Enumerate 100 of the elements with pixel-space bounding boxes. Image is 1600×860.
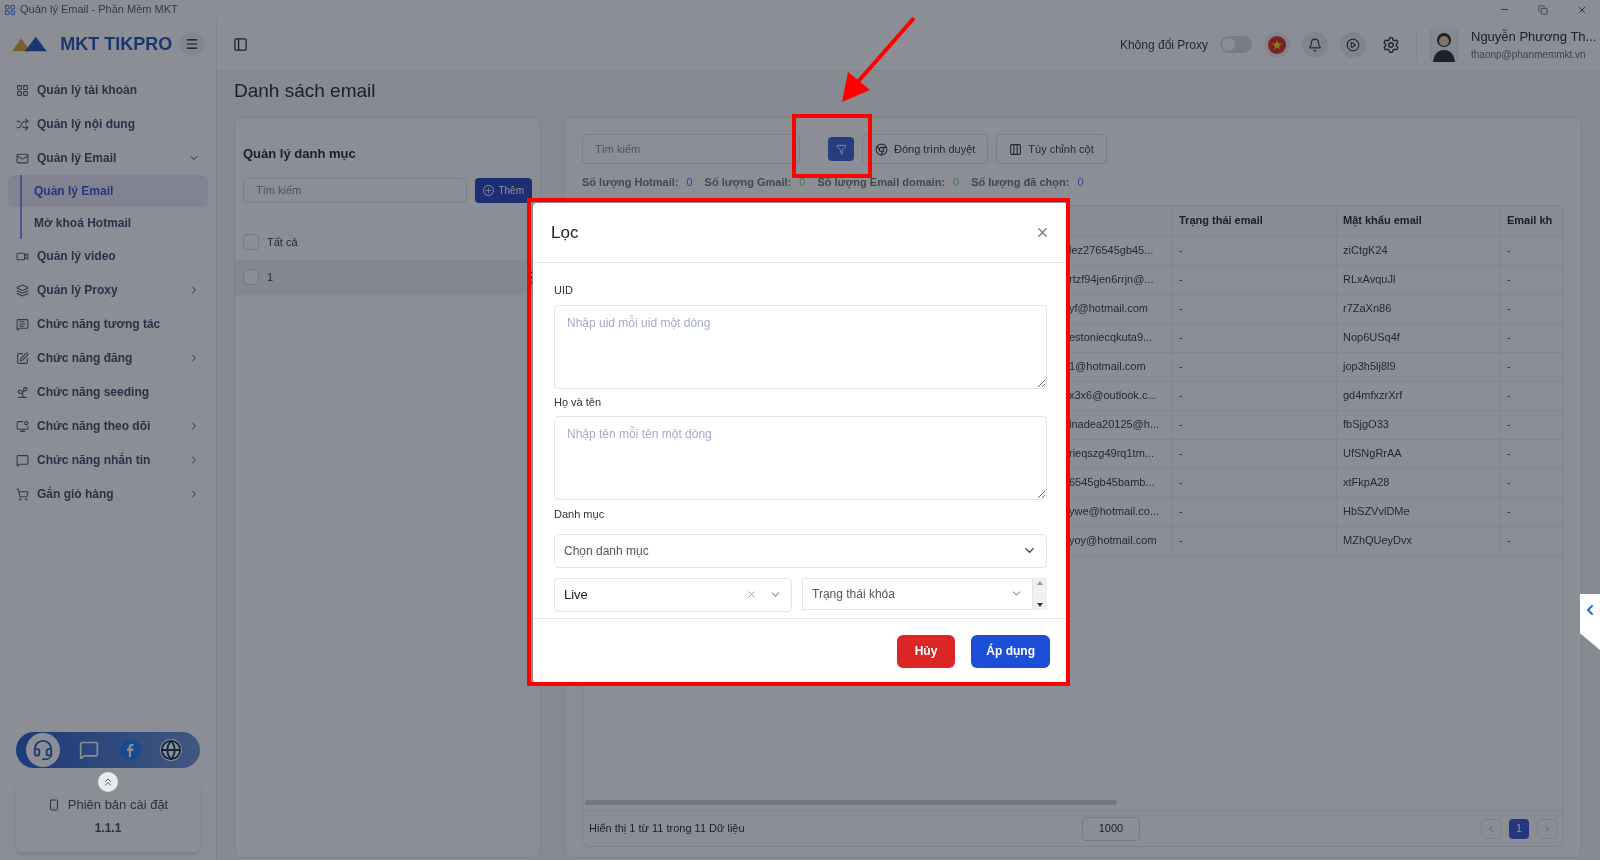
submenu-item[interactable]: Mở khoá Hotmail bbox=[8, 207, 208, 239]
checkbox[interactable] bbox=[243, 269, 259, 285]
play-icon[interactable] bbox=[1340, 31, 1366, 58]
stat-label: Số lượng Email domain: bbox=[817, 175, 946, 191]
table-cell: UfSNgRrAA bbox=[1337, 439, 1501, 468]
table-cell-text: - bbox=[1506, 243, 1512, 259]
cancel-button[interactable]: Hủy bbox=[896, 634, 956, 668]
shuffle-icon bbox=[16, 117, 29, 131]
table-cell-text: - bbox=[1506, 330, 1512, 346]
stat-value: 0 bbox=[1077, 175, 1084, 190]
chat-icon bbox=[16, 317, 29, 331]
sidebar-item[interactable]: Gắn giỏ hàng bbox=[0, 477, 216, 511]
columns-icon bbox=[1009, 142, 1023, 156]
browser-icon bbox=[875, 142, 888, 156]
sidebar-item[interactable]: Quản lý Proxy bbox=[0, 273, 216, 307]
panel-toggle-icon[interactable] bbox=[233, 37, 248, 52]
table-cell: - bbox=[1173, 323, 1337, 352]
table-cell-text: - bbox=[1506, 272, 1512, 288]
sidebar-item[interactable]: Chức năng tương tác bbox=[0, 307, 216, 341]
lock-status-select[interactable]: Trạng thái khóa bbox=[802, 577, 1033, 610]
close-browser-button[interactable]: Đóng trình duyệt bbox=[862, 134, 989, 164]
table-cell-text: - bbox=[1506, 388, 1512, 404]
logo-text: MKT TIKPRO bbox=[60, 32, 173, 56]
submenu-item[interactable]: Quản lý Email bbox=[8, 175, 208, 207]
panel-title: Quản lý danh mục bbox=[242, 145, 357, 163]
avatar[interactable] bbox=[1429, 27, 1459, 62]
facebook-icon[interactable] bbox=[118, 739, 141, 761]
globe-icon[interactable] bbox=[160, 739, 183, 761]
table-cell: - bbox=[1173, 381, 1337, 410]
search-field[interactable]: Tìm kiếm bbox=[243, 177, 468, 203]
clear-icon[interactable] bbox=[746, 589, 757, 600]
chat-icon[interactable] bbox=[79, 740, 100, 760]
sprout-icon bbox=[16, 385, 29, 399]
sidebar-item[interactable]: Chức năng nhắn tin bbox=[0, 443, 216, 477]
table-cell: jop3h5lj8l9 bbox=[1337, 352, 1501, 381]
user-email: thaonp@phanmemmkt.vn bbox=[1471, 47, 1587, 62]
sidebar-item[interactable]: Quản lý Email bbox=[0, 141, 216, 175]
app-icon bbox=[4, 3, 16, 16]
search-field[interactable]: Tìm kiếm bbox=[582, 134, 800, 164]
status-select[interactable]: Live bbox=[554, 577, 792, 612]
stat-label: Số lượng đã chọn: bbox=[971, 175, 1070, 191]
field-label: Danh mục bbox=[554, 507, 606, 522]
window-title: Quản lý Email - Phần Mềm MKT bbox=[20, 2, 179, 18]
collapse-icon[interactable] bbox=[98, 772, 118, 792]
mail-icon bbox=[16, 151, 29, 165]
table-cell: MZhQUeyDvx bbox=[1337, 526, 1501, 555]
restore-icon[interactable] bbox=[1538, 4, 1548, 15]
monitor-icon bbox=[16, 419, 29, 433]
page-size-field[interactable]: 1000 bbox=[1082, 816, 1140, 841]
checkbox[interactable] bbox=[243, 234, 259, 250]
flag-icon[interactable] bbox=[1264, 31, 1290, 58]
table-cell: - bbox=[1173, 439, 1337, 468]
table-cell-text: - bbox=[1506, 359, 1512, 375]
table-cell: - bbox=[1173, 236, 1337, 265]
table-cell-text: - bbox=[1506, 475, 1512, 491]
table-cell: ziCtgK24 bbox=[1337, 236, 1501, 265]
table-cell: - bbox=[1173, 468, 1337, 497]
table-cell-text: - bbox=[1506, 301, 1512, 317]
proxy-label: Không đổi Proxy bbox=[1119, 36, 1208, 54]
bell-icon[interactable] bbox=[1302, 31, 1328, 58]
table-cell-text: - bbox=[1506, 504, 1512, 520]
sidebar-item[interactable]: Quản lý nội dung bbox=[0, 107, 216, 141]
table-cell: - bbox=[1173, 352, 1337, 381]
category-select[interactable]: Chọn danh mục bbox=[554, 533, 1047, 568]
table-cell: - bbox=[1173, 294, 1337, 323]
category-item[interactable]: Tất cả bbox=[235, 224, 540, 260]
sidebar-item[interactable]: Chức năng đăng bbox=[0, 341, 216, 375]
table-cell: - bbox=[1173, 526, 1337, 555]
stat-value: 0 bbox=[686, 175, 693, 190]
layers-icon bbox=[16, 283, 29, 297]
sidebar-item[interactable]: Chức năng theo dõi bbox=[0, 409, 216, 443]
stat-value: 0 bbox=[799, 175, 806, 190]
filter-button[interactable] bbox=[828, 137, 854, 161]
stat-label: Số lượng Gmail: bbox=[704, 175, 792, 191]
support-icon[interactable] bbox=[25, 733, 60, 767]
page-button[interactable]: 1 bbox=[1509, 818, 1529, 839]
filter-icon bbox=[835, 143, 847, 155]
table-cell-text: - bbox=[1506, 417, 1512, 433]
uid-field[interactable]: Nhập uid mỗi uid một dòng bbox=[554, 304, 1047, 389]
device-icon bbox=[47, 799, 60, 811]
sidebar-item[interactable]: Quản lý video bbox=[0, 239, 216, 273]
name-field[interactable]: Nhập tên mỗi tên một dòng bbox=[554, 416, 1047, 500]
sidebar-item[interactable]: Chức năng seeding bbox=[0, 375, 216, 409]
version-number: 1.1.1 bbox=[94, 819, 122, 837]
scroll-spinner[interactable] bbox=[1033, 577, 1047, 610]
apply-button[interactable]: Áp dụng bbox=[971, 634, 1050, 668]
add-button[interactable]: Thêm bbox=[475, 177, 532, 203]
menu-button[interactable] bbox=[180, 31, 204, 57]
stat-label: Số lượng Hotmail: bbox=[582, 175, 679, 191]
horizontal-scrollbar[interactable] bbox=[585, 800, 1117, 805]
table-cell: Nop6USq4f bbox=[1337, 323, 1501, 352]
cart-icon bbox=[16, 487, 29, 501]
column-header: Email kh bbox=[1506, 213, 1554, 229]
field-label: UID bbox=[554, 283, 574, 298]
columns-button[interactable]: Tùy chỉnh cột bbox=[996, 134, 1107, 164]
chat-icon bbox=[16, 453, 29, 467]
stat-value: 0 bbox=[953, 175, 960, 190]
sidebar-item[interactable]: Quản lý tài khoản bbox=[0, 73, 216, 107]
close-icon[interactable] bbox=[1035, 225, 1050, 240]
field-label: Họ và tên bbox=[554, 394, 603, 410]
